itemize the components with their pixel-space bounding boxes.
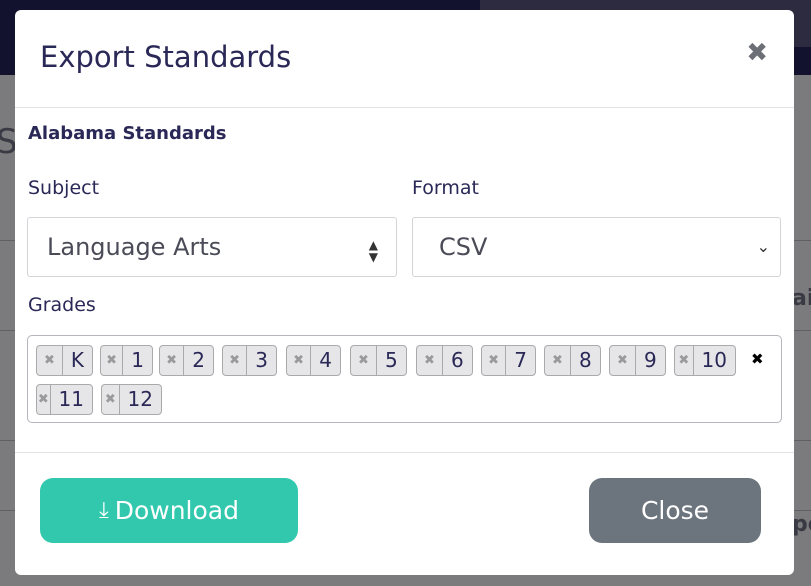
close-icon[interactable]: ✖ [746,38,768,68]
grade-tag-label: 7 [514,348,527,372]
section-title: Alabama Standards [28,123,227,144]
modal-title: Export Standards [40,40,292,74]
grade-tag: ✖ 4 [286,345,341,376]
subject-value: Language Arts [47,233,222,261]
remove-tag-icon[interactable]: ✖ [37,385,51,414]
remove-tag-icon[interactable]: ✖ [223,346,248,375]
bg-text: ai [792,286,811,311]
sort-arrows-icon: ▲ ▼ [368,238,378,264]
remove-tag-icon[interactable]: ✖ [102,385,120,414]
subject-label: Subject [28,177,100,199]
modal-header: Export Standards ✖ [15,10,794,108]
remove-tag-icon[interactable]: ✖ [417,346,443,375]
format-value: CSV [439,233,488,261]
format-select[interactable]: CSV ⌄ [412,217,781,277]
grade-tag: ✖ 2 [159,345,214,376]
bg-text: pe [792,512,811,537]
download-label: Download [114,496,239,525]
grade-tag-label: 9 [644,348,657,372]
grade-tag: ✖ 1 [100,345,153,376]
remove-tag-icon[interactable]: ✖ [101,346,124,375]
grade-tag: ✖ 12 [101,384,162,415]
grade-tag: ✖ K [36,345,93,376]
grade-tag: ✖ 8 [544,345,601,376]
grade-tag-label: 10 [701,348,727,372]
grade-tag: ✖ 11 [36,384,93,415]
grade-tag-label: 3 [255,348,268,372]
grade-tag: ✖ 6 [416,345,473,376]
clear-all-icon[interactable]: ✖ [751,350,764,368]
remove-tag-icon[interactable]: ✖ [675,346,694,375]
grade-tag-label: K [70,348,84,372]
grade-tag: ✖ 9 [609,345,666,376]
grade-tag-label: 12 [127,387,153,411]
grade-tag-label: 8 [579,348,592,372]
grade-tag-label: 2 [192,348,205,372]
remove-tag-icon[interactable]: ✖ [482,346,507,375]
grade-tag-label: 6 [451,348,464,372]
export-standards-modal: Export Standards ✖ Alabama Standards Sub… [15,10,794,575]
format-label: Format [412,177,479,199]
remove-tag-icon[interactable]: ✖ [287,346,312,375]
grade-tag-label: 4 [319,348,332,372]
remove-tag-icon[interactable]: ✖ [545,346,571,375]
remove-tag-icon[interactable]: ✖ [351,346,377,375]
remove-tag-icon[interactable]: ✖ [160,346,185,375]
close-label: Close [640,496,710,525]
grade-tag-label: 11 [58,387,84,411]
modal-footer [15,452,794,453]
remove-tag-icon[interactable]: ✖ [37,346,63,375]
grade-tag: ✖ 5 [350,345,407,376]
close-button[interactable]: Close [589,478,761,543]
grades-label: Grades [28,294,96,316]
download-button[interactable]: ⤓ Download [40,478,298,543]
download-icon: ⤓ [98,498,109,523]
grade-tag: ✖ 3 [222,345,277,376]
grade-tag: ✖ 7 [481,345,536,376]
subject-select[interactable]: Language Arts ▲ ▼ [27,217,397,277]
remove-tag-icon[interactable]: ✖ [610,346,636,375]
grade-tag-label: 1 [131,348,144,372]
chevron-down-icon: ⌄ [756,237,770,256]
grade-tag: ✖ 10 [674,345,736,376]
grade-tag-label: 5 [385,348,398,372]
